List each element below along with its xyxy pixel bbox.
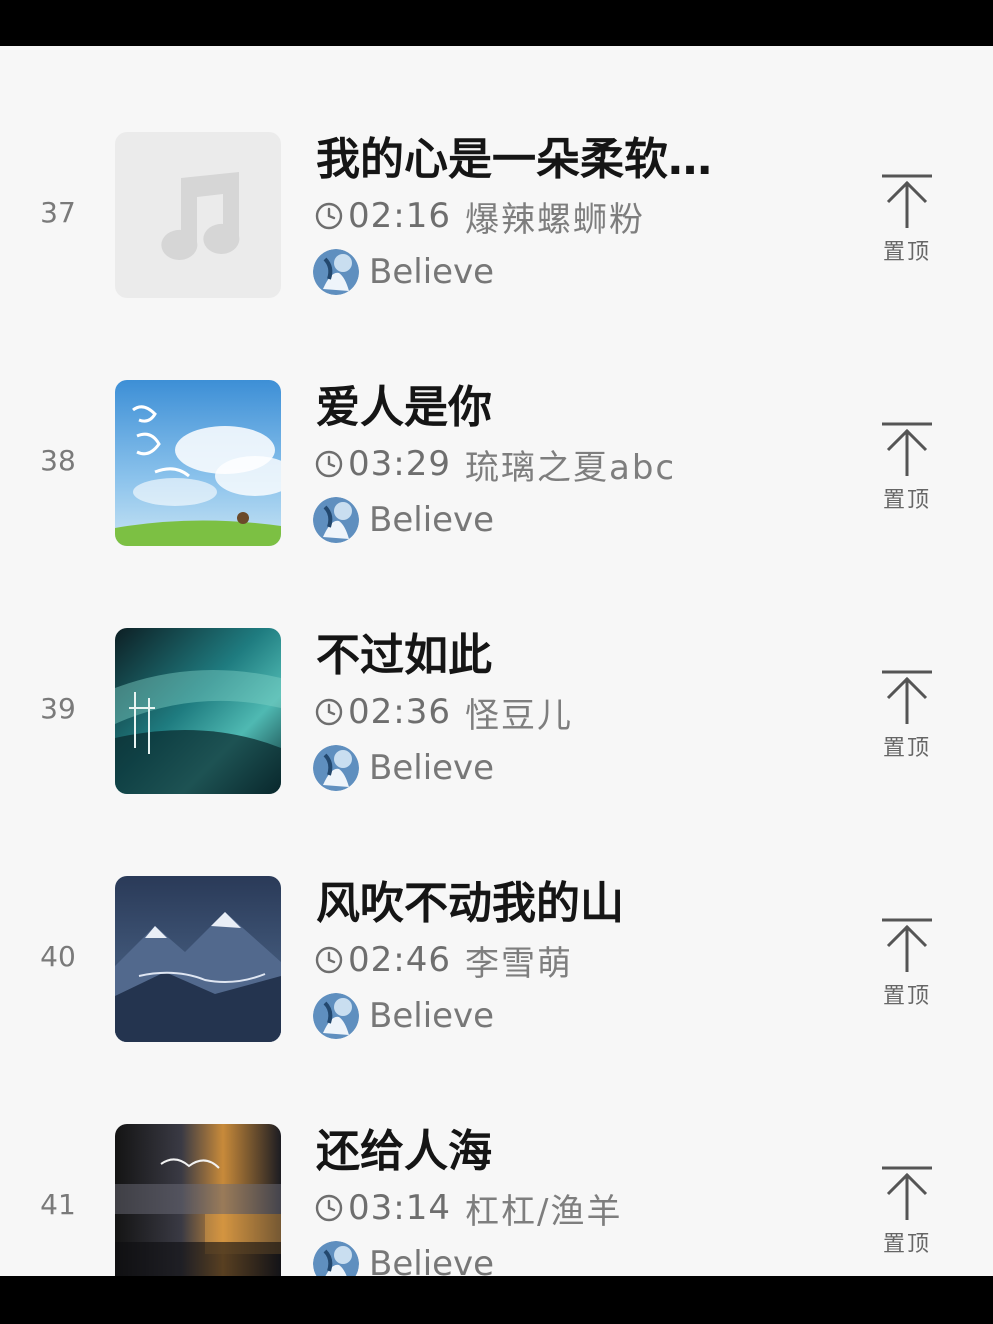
clock-icon [315,946,343,974]
song-meta: 02:46 李雪萌 [314,940,573,984]
song-artist[interactable]: 李雪萌 [465,936,573,985]
uploader[interactable]: Believe [313,992,494,1040]
album-art [115,380,281,546]
song-title: 我的心是一朵柔软… [316,134,712,185]
uploader-name: Believe [369,996,495,1036]
song-artist[interactable]: 杠杠/渔羊 [465,1184,622,1233]
song-index: 39 [40,692,76,725]
clock-icon [315,1194,343,1222]
song-index: 37 [40,196,76,229]
clock-icon [315,202,343,230]
song-meta: 03:29 琉璃之夏abc [314,444,676,488]
uploader[interactable]: Believe [313,1240,494,1276]
avatar [313,745,359,791]
list-item[interactable]: 41 还给人海 03:14 杠杠/渔羊 Believe 置顶 [0,1038,993,1276]
song-artist[interactable]: 琉璃之夏abc [465,440,676,489]
song-index: 40 [40,940,76,973]
pin-label: 置顶 [882,736,931,761]
avatar [313,1241,359,1276]
pin-to-top-button[interactable]: 置顶 [872,916,942,1016]
uploader[interactable]: Believe [313,248,494,296]
pin-label: 置顶 [882,240,931,265]
pin-label: 置顶 [882,984,931,1009]
pin-to-top-icon [882,422,932,476]
avatar [313,497,359,543]
song-duration: 02:46 [348,940,451,980]
list-item[interactable]: 39 不过如此 02:36 怪豆儿 Believe 置顶 [0,542,993,794]
pin-label: 置顶 [882,488,931,513]
song-artist[interactable]: 怪豆儿 [465,688,573,737]
pin-to-top-icon [882,918,932,972]
album-art [115,1124,281,1276]
pin-label: 置顶 [882,1232,931,1257]
album-art [115,628,281,794]
song-title: 不过如此 [316,630,492,681]
uploader[interactable]: Believe [313,744,494,792]
song-meta: 02:16 爆辣螺蛳粉 [314,196,645,240]
song-meta: 02:36 怪豆儿 [314,692,573,736]
clock-icon [315,698,343,726]
pin-to-top-button[interactable]: 置顶 [872,420,942,520]
list-item[interactable]: 38 爱人是你 03:29 琉璃之夏abc Believe 置顶 [0,294,993,546]
song-cover[interactable] [115,628,281,794]
song-duration: 03:14 [348,1188,451,1228]
uploader[interactable]: Believe [313,496,494,544]
song-index: 38 [40,444,76,477]
song-title: 风吹不动我的山 [316,878,624,929]
song-title: 爱人是你 [316,382,492,433]
pin-to-top-icon [882,174,932,228]
avatar [313,993,359,1039]
song-cover[interactable] [115,132,281,298]
pin-to-top-button[interactable]: 置顶 [872,668,942,768]
song-duration: 03:29 [348,444,451,484]
list-item[interactable]: 37 我的心是一朵柔软… 02:16 爆辣螺蛳粉 Believe 置顶 [0,46,993,298]
song-duration: 02:36 [348,692,451,732]
uploader-name: Believe [369,500,495,540]
pin-to-top-button[interactable]: 置顶 [872,1164,942,1264]
navigation-bar [0,1276,993,1324]
clock-icon [315,450,343,478]
song-meta: 03:14 杠杠/渔羊 [314,1188,622,1232]
song-index: 41 [40,1188,76,1221]
song-artist[interactable]: 爆辣螺蛳粉 [465,192,645,241]
uploader-name: Believe [369,1244,495,1276]
status-bar [0,0,993,46]
song-duration: 02:16 [348,196,451,236]
uploader-name: Believe [369,748,495,788]
avatar [313,249,359,295]
pin-to-top-icon [882,670,932,724]
album-art [115,876,281,1042]
list-item[interactable]: 40 风吹不动我的山 02:46 李雪萌 Believe 置顶 [0,790,993,1042]
song-cover[interactable] [115,876,281,1042]
pin-to-top-button[interactable]: 置顶 [872,172,942,272]
uploader-name: Believe [369,252,495,292]
pin-to-top-icon [882,1166,932,1220]
music-note-icon [115,132,281,298]
song-list[interactable]: 37 我的心是一朵柔软… 02:16 爆辣螺蛳粉 Believe 置顶 38 爱… [0,46,993,1276]
song-cover[interactable] [115,380,281,546]
song-title: 还给人海 [316,1126,492,1177]
song-cover[interactable] [115,1124,281,1276]
